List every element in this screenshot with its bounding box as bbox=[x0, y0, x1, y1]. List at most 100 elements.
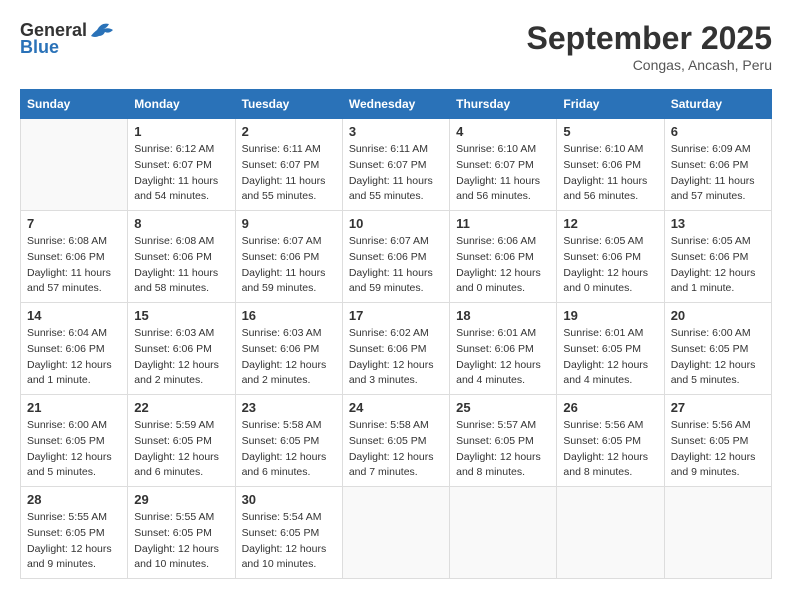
day-info: Sunrise: 6:08 AM Sunset: 6:06 PM Dayligh… bbox=[27, 234, 121, 297]
day-number: 2 bbox=[242, 124, 336, 139]
calendar-cell: 25Sunrise: 5:57 AM Sunset: 6:05 PM Dayli… bbox=[450, 395, 557, 487]
calendar-cell: 24 Sunrise: 5:58 AM Sunset: 6:05 PM Dayli… bbox=[342, 395, 449, 487]
day-number: 10 bbox=[349, 216, 443, 231]
calendar-cell: 9Sunrise: 6:07 AM Sunset: 6:06 PM Daylig… bbox=[235, 211, 342, 303]
day-number: 6 bbox=[671, 124, 765, 139]
calendar-cell: 13Sunrise: 6:05 AM Sunset: 6:06 PM Dayli… bbox=[664, 211, 771, 303]
calendar-header-row: SundayMondayTuesdayWednesdayThursdayFrid… bbox=[21, 90, 772, 119]
day-info: Sunrise: 6:03 AM Sunset: 6:06 PM Dayligh… bbox=[242, 326, 336, 389]
day-info: Sunrise: 5:54 AM Sunset: 6:05 PM Dayligh… bbox=[242, 510, 336, 573]
calendar-week-row: 7 Sunrise: 6:08 AM Sunset: 6:06 PM Daylig… bbox=[21, 211, 772, 303]
day-info: Sunrise: 5:55 AM Sunset: 6:05 PM Dayligh… bbox=[27, 510, 121, 573]
calendar-cell: 29 Sunrise: 5:55 AM Sunset: 6:05 PM Dayli… bbox=[128, 487, 235, 579]
day-number: 18 bbox=[456, 308, 550, 323]
day-info: Sunrise: 6:03 AM Sunset: 6:06 PM Dayligh… bbox=[134, 326, 228, 389]
calendar-cell: 14Sunrise: 6:04 AM Sunset: 6:06 PM Dayli… bbox=[21, 303, 128, 395]
day-info: Sunrise: 5:56 AM Sunset: 6:05 PM Dayligh… bbox=[563, 418, 657, 481]
calendar-cell bbox=[557, 487, 664, 579]
calendar-cell: 19 Sunrise: 6:01 AM Sunset: 6:05 PM Dayli… bbox=[557, 303, 664, 395]
header-saturday: Saturday bbox=[664, 90, 771, 119]
header-friday: Friday bbox=[557, 90, 664, 119]
day-info: Sunrise: 6:04 AM Sunset: 6:06 PM Dayligh… bbox=[27, 326, 121, 389]
calendar-cell: 7 Sunrise: 6:08 AM Sunset: 6:06 PM Daylig… bbox=[21, 211, 128, 303]
day-number: 13 bbox=[671, 216, 765, 231]
day-info: Sunrise: 6:01 AM Sunset: 6:05 PM Dayligh… bbox=[563, 326, 657, 389]
calendar-cell: 30Sunrise: 5:54 AM Sunset: 6:05 PM Dayli… bbox=[235, 487, 342, 579]
day-number: 29 bbox=[134, 492, 228, 507]
day-number: 4 bbox=[456, 124, 550, 139]
header-tuesday: Tuesday bbox=[235, 90, 342, 119]
day-number: 15 bbox=[134, 308, 228, 323]
calendar-cell bbox=[664, 487, 771, 579]
day-info: Sunrise: 5:55 AM Sunset: 6:05 PM Dayligh… bbox=[134, 510, 228, 573]
day-number: 1 bbox=[134, 124, 228, 139]
calendar-cell: 27Sunrise: 5:56 AM Sunset: 6:05 PM Dayli… bbox=[664, 395, 771, 487]
day-info: Sunrise: 6:07 AM Sunset: 6:06 PM Dayligh… bbox=[349, 234, 443, 297]
day-info: Sunrise: 6:06 AM Sunset: 6:06 PM Dayligh… bbox=[456, 234, 550, 297]
day-number: 23 bbox=[242, 400, 336, 415]
location-subtitle: Congas, Ancash, Peru bbox=[527, 57, 772, 73]
day-info: Sunrise: 5:58 AM Sunset: 6:05 PM Dayligh… bbox=[349, 418, 443, 481]
calendar-cell: 20 Sunrise: 6:00 AM Sunset: 6:05 PM Dayli… bbox=[664, 303, 771, 395]
day-info: Sunrise: 6:08 AM Sunset: 6:06 PM Dayligh… bbox=[134, 234, 228, 297]
day-info: Sunrise: 6:00 AM Sunset: 6:05 PM Dayligh… bbox=[27, 418, 121, 481]
calendar-cell: 17Sunrise: 6:02 AM Sunset: 6:06 PM Dayli… bbox=[342, 303, 449, 395]
calendar-cell: 3Sunrise: 6:11 AM Sunset: 6:07 PM Daylig… bbox=[342, 119, 449, 211]
day-number: 5 bbox=[563, 124, 657, 139]
day-info: Sunrise: 5:56 AM Sunset: 6:05 PM Dayligh… bbox=[671, 418, 765, 481]
calendar-cell: 6 Sunrise: 6:09 AM Sunset: 6:06 PM Daylig… bbox=[664, 119, 771, 211]
day-info: Sunrise: 6:10 AM Sunset: 6:06 PM Dayligh… bbox=[563, 142, 657, 205]
calendar-cell: 4 Sunrise: 6:10 AM Sunset: 6:07 PM Daylig… bbox=[450, 119, 557, 211]
calendar-cell: 21 Sunrise: 6:00 AM Sunset: 6:05 PM Dayli… bbox=[21, 395, 128, 487]
day-info: Sunrise: 6:12 AM Sunset: 6:07 PM Dayligh… bbox=[134, 142, 228, 205]
day-info: Sunrise: 6:11 AM Sunset: 6:07 PM Dayligh… bbox=[349, 142, 443, 205]
calendar-cell: 23 Sunrise: 5:58 AM Sunset: 6:05 PM Dayli… bbox=[235, 395, 342, 487]
page-header: General Blue September 2025 Congas, Anca… bbox=[20, 20, 772, 73]
title-block: September 2025 Congas, Ancash, Peru bbox=[527, 20, 772, 73]
calendar-cell: 22Sunrise: 5:59 AM Sunset: 6:05 PM Dayli… bbox=[128, 395, 235, 487]
calendar-cell: 5 Sunrise: 6:10 AM Sunset: 6:06 PM Daylig… bbox=[557, 119, 664, 211]
calendar-cell: 26 Sunrise: 5:56 AM Sunset: 6:05 PM Dayli… bbox=[557, 395, 664, 487]
calendar-week-row: 1 Sunrise: 6:12 AM Sunset: 6:07 PM Daylig… bbox=[21, 119, 772, 211]
calendar-cell: 16 Sunrise: 6:03 AM Sunset: 6:06 PM Dayli… bbox=[235, 303, 342, 395]
day-number: 12 bbox=[563, 216, 657, 231]
calendar-cell: 12 Sunrise: 6:05 AM Sunset: 6:06 PM Dayli… bbox=[557, 211, 664, 303]
calendar-week-row: 21 Sunrise: 6:00 AM Sunset: 6:05 PM Dayli… bbox=[21, 395, 772, 487]
day-info: Sunrise: 6:09 AM Sunset: 6:06 PM Dayligh… bbox=[671, 142, 765, 205]
logo-text-blue: Blue bbox=[20, 38, 59, 58]
day-number: 22 bbox=[134, 400, 228, 415]
calendar-cell: 2 Sunrise: 6:11 AM Sunset: 6:07 PM Daylig… bbox=[235, 119, 342, 211]
day-number: 21 bbox=[27, 400, 121, 415]
day-number: 26 bbox=[563, 400, 657, 415]
calendar-cell bbox=[21, 119, 128, 211]
calendar-cell: 28 Sunrise: 5:55 AM Sunset: 6:05 PM Dayli… bbox=[21, 487, 128, 579]
day-info: Sunrise: 5:57 AM Sunset: 6:05 PM Dayligh… bbox=[456, 418, 550, 481]
day-number: 7 bbox=[27, 216, 121, 231]
day-number: 24 bbox=[349, 400, 443, 415]
calendar-cell bbox=[342, 487, 449, 579]
calendar-cell bbox=[450, 487, 557, 579]
header-sunday: Sunday bbox=[21, 90, 128, 119]
day-info: Sunrise: 6:10 AM Sunset: 6:07 PM Dayligh… bbox=[456, 142, 550, 205]
calendar-cell: 10 Sunrise: 6:07 AM Sunset: 6:06 PM Dayli… bbox=[342, 211, 449, 303]
day-info: Sunrise: 6:01 AM Sunset: 6:06 PM Dayligh… bbox=[456, 326, 550, 389]
calendar-cell: 15 Sunrise: 6:03 AM Sunset: 6:06 PM Dayli… bbox=[128, 303, 235, 395]
day-info: Sunrise: 6:02 AM Sunset: 6:06 PM Dayligh… bbox=[349, 326, 443, 389]
calendar-cell: 18 Sunrise: 6:01 AM Sunset: 6:06 PM Dayli… bbox=[450, 303, 557, 395]
day-info: Sunrise: 5:58 AM Sunset: 6:05 PM Dayligh… bbox=[242, 418, 336, 481]
day-info: Sunrise: 6:11 AM Sunset: 6:07 PM Dayligh… bbox=[242, 142, 336, 205]
day-number: 16 bbox=[242, 308, 336, 323]
calendar-table: SundayMondayTuesdayWednesdayThursdayFrid… bbox=[20, 89, 772, 579]
day-number: 8 bbox=[134, 216, 228, 231]
calendar-cell: 11Sunrise: 6:06 AM Sunset: 6:06 PM Dayli… bbox=[450, 211, 557, 303]
day-number: 28 bbox=[27, 492, 121, 507]
day-info: Sunrise: 6:00 AM Sunset: 6:05 PM Dayligh… bbox=[671, 326, 765, 389]
logo-bird-icon bbox=[89, 20, 115, 42]
header-monday: Monday bbox=[128, 90, 235, 119]
day-number: 19 bbox=[563, 308, 657, 323]
day-info: Sunrise: 6:07 AM Sunset: 6:06 PM Dayligh… bbox=[242, 234, 336, 297]
month-title: September 2025 bbox=[527, 20, 772, 57]
day-number: 20 bbox=[671, 308, 765, 323]
calendar-week-row: 14Sunrise: 6:04 AM Sunset: 6:06 PM Dayli… bbox=[21, 303, 772, 395]
day-info: Sunrise: 6:05 AM Sunset: 6:06 PM Dayligh… bbox=[563, 234, 657, 297]
